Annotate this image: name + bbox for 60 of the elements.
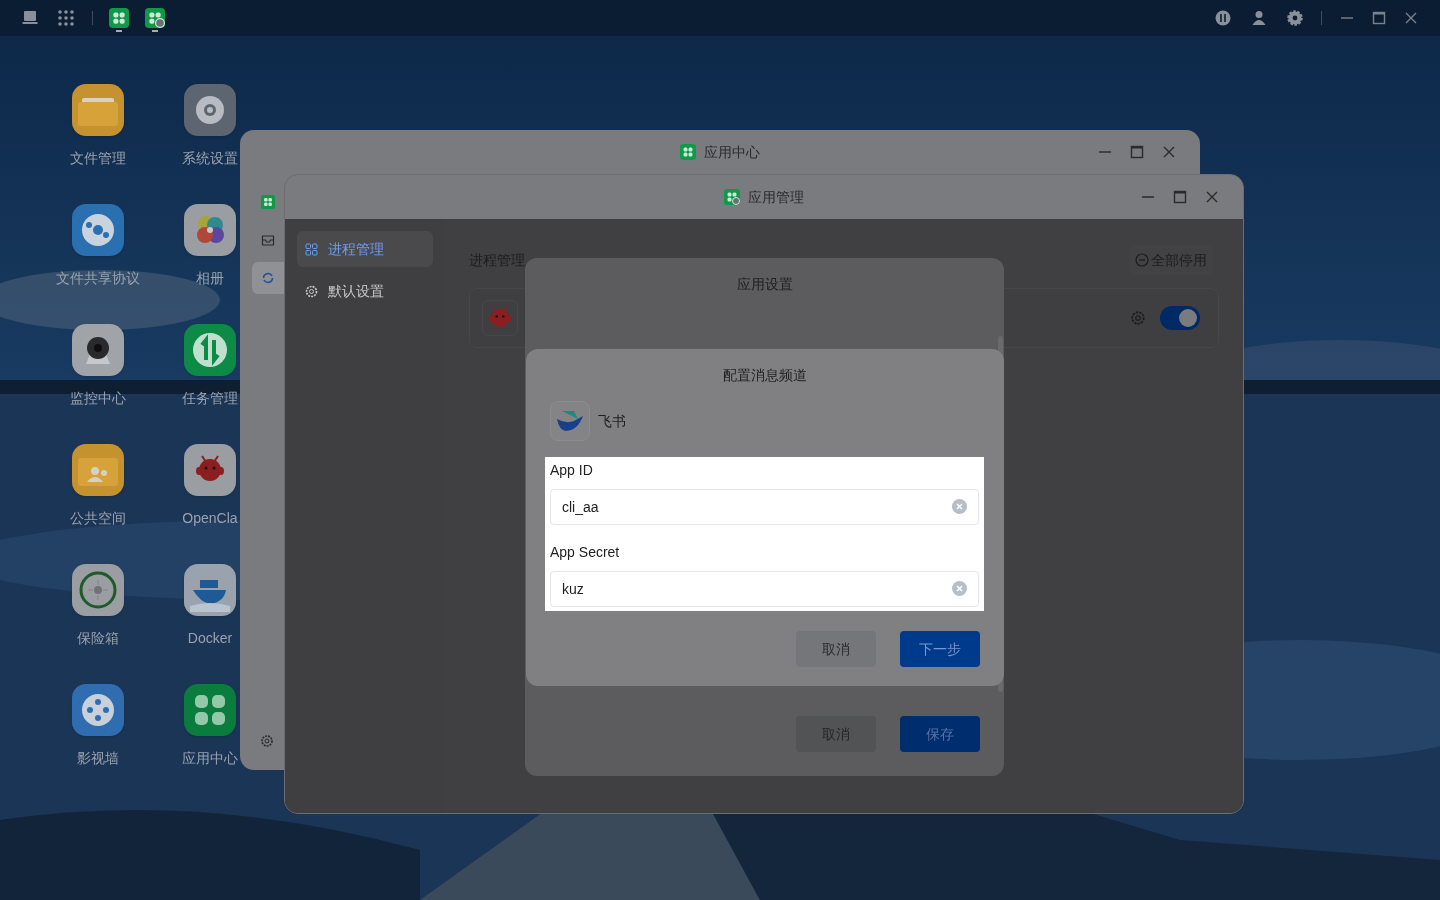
text-field[interactable]: kuz [550,571,979,607]
window-title: 应用中心 [704,142,760,162]
refresh-icon [261,271,275,285]
app-label: 监控中心 [70,389,126,408]
settings-icon[interactable] [1287,10,1303,26]
app-label: 任务管理 [182,389,238,408]
flower-icon[interactable] [184,204,236,256]
clover-icon[interactable] [184,684,236,736]
app-grid-icon [680,144,696,160]
app-label: 公共空间 [70,509,126,528]
whale-icon[interactable] [184,564,236,616]
app-label: 相册 [196,269,224,288]
bird-logo-icon [556,410,584,432]
folder-icon[interactable] [72,84,124,136]
people-folder-icon[interactable] [72,444,124,496]
text-field[interactable]: cli_aa [550,489,979,525]
grid-icon [305,242,318,256]
close-icon[interactable] [1162,145,1176,159]
toggle-switch[interactable] [1160,306,1200,330]
menu-label: 默认设置 [328,281,384,301]
maximize-icon[interactable] [1173,190,1187,204]
dialog-title: 配置消息频道 [723,365,807,385]
app-grid-icon [261,195,275,209]
primary-button[interactable]: 保存 [900,716,980,752]
app-label: OpenCla [182,509,238,528]
settings-icon[interactable] [260,734,274,748]
user-icon[interactable] [1251,10,1267,26]
arrows-icon[interactable] [184,324,236,376]
app-grid-icon [109,8,129,28]
app-label: 应用中心 [182,749,238,768]
robot-icon[interactable] [184,444,236,496]
menu-item[interactable]: 进程管理 [297,231,433,267]
channel-name: 飞书 [598,411,626,431]
app-grid-menu-icon[interactable] [58,10,74,26]
laptop-icon[interactable] [22,10,38,26]
app-label: 影视墙 [77,749,119,768]
close-icon[interactable] [1205,190,1219,204]
app-label: 文件共享协议 [56,269,140,288]
menu-item[interactable]: 默认设置 [297,273,433,309]
app-label: 文件管理 [70,149,126,168]
maximize-icon[interactable] [1130,145,1144,159]
menu-label: 进程管理 [328,239,384,259]
inbox-icon [261,233,275,247]
field-label: App Secret [550,543,621,562]
app-label: 系统设置 [182,149,238,168]
app-gear-icon [724,189,740,205]
film-reel-icon[interactable] [72,684,124,736]
camera-icon[interactable] [72,324,124,376]
close-icon[interactable] [1404,11,1418,25]
field-label: App ID [550,461,594,480]
dial-icon[interactable] [72,564,124,616]
minus-circle-icon [1135,253,1149,267]
app-gear-icon [145,8,165,28]
dialog-title: 应用设置 [736,274,793,294]
maximize-icon[interactable] [1372,11,1386,25]
app-label: Docker [187,629,233,648]
app-label: 保险箱 [77,629,119,648]
window-title: 应用管理 [748,187,804,207]
primary-button[interactable]: 下一步 [900,631,980,667]
cancel-button[interactable]: 取消 [796,631,876,667]
